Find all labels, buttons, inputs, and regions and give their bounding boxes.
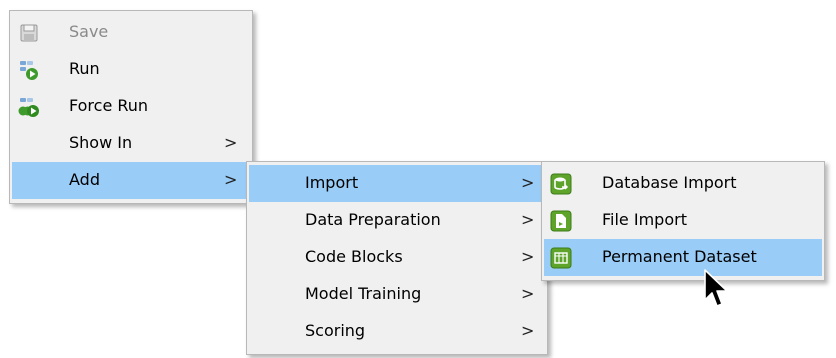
chevron-right-icon: > bbox=[521, 321, 535, 340]
add-submenu: Import > Data Preparation > Code Blocks … bbox=[246, 161, 548, 355]
menu-item-label: Force Run bbox=[69, 96, 149, 115]
submenu-item-label: Database Import bbox=[602, 173, 737, 192]
submenu-item-label: File Import bbox=[602, 210, 687, 229]
menu-item-add[interactable]: Add > bbox=[12, 162, 250, 199]
submenu-item-label: Model Training bbox=[305, 284, 422, 303]
submenu-item-permanent-dataset[interactable]: Permanent Dataset bbox=[544, 239, 822, 276]
file-import-icon bbox=[550, 210, 572, 232]
submenu-item-label: Scoring bbox=[305, 321, 366, 340]
menu-item-label: Save bbox=[69, 22, 109, 41]
submenu-item-file-import[interactable]: File Import bbox=[544, 202, 822, 239]
chevron-right-icon: > bbox=[521, 247, 535, 266]
save-icon bbox=[20, 24, 38, 42]
chevron-right-icon: > bbox=[521, 284, 535, 303]
submenu-item-code-blocks[interactable]: Code Blocks > bbox=[249, 239, 545, 276]
submenu-item-scoring[interactable]: Scoring > bbox=[249, 313, 545, 350]
permanent-dataset-icon bbox=[550, 247, 572, 269]
submenu-item-data-preparation[interactable]: Data Preparation > bbox=[249, 202, 545, 239]
submenu-item-import[interactable]: Import > bbox=[249, 165, 545, 202]
submenu-item-model-training[interactable]: Model Training > bbox=[249, 276, 545, 313]
chevron-right-icon: > bbox=[521, 173, 535, 192]
chevron-right-icon: > bbox=[521, 210, 535, 229]
submenu-item-label: Permanent Dataset bbox=[602, 247, 757, 266]
menu-item-save[interactable]: Save bbox=[12, 14, 250, 51]
force-run-icon bbox=[18, 98, 39, 117]
menu-item-show-in[interactable]: Show In > bbox=[12, 125, 250, 162]
import-submenu: Database Import File Import Permanent Da… bbox=[541, 161, 825, 281]
menu-item-label: Show In bbox=[69, 133, 133, 152]
submenu-item-database-import[interactable]: Database Import bbox=[544, 165, 822, 202]
menu-item-force-run[interactable]: Force Run bbox=[12, 88, 250, 125]
submenu-item-label: Data Preparation bbox=[305, 210, 441, 229]
submenu-item-label: Code Blocks bbox=[305, 247, 403, 266]
menu-item-label: Add bbox=[69, 170, 100, 189]
menu-item-run[interactable]: Run bbox=[12, 51, 250, 88]
chevron-right-icon: > bbox=[224, 133, 238, 152]
menu-item-label: Run bbox=[69, 59, 100, 78]
mouse-cursor-icon bbox=[704, 269, 728, 307]
database-import-icon bbox=[550, 173, 572, 195]
context-menu: Save Run Force Run Show In > Add > bbox=[9, 10, 253, 204]
chevron-right-icon: > bbox=[224, 170, 238, 189]
run-icon bbox=[20, 61, 38, 80]
submenu-item-label: Import bbox=[305, 173, 359, 192]
